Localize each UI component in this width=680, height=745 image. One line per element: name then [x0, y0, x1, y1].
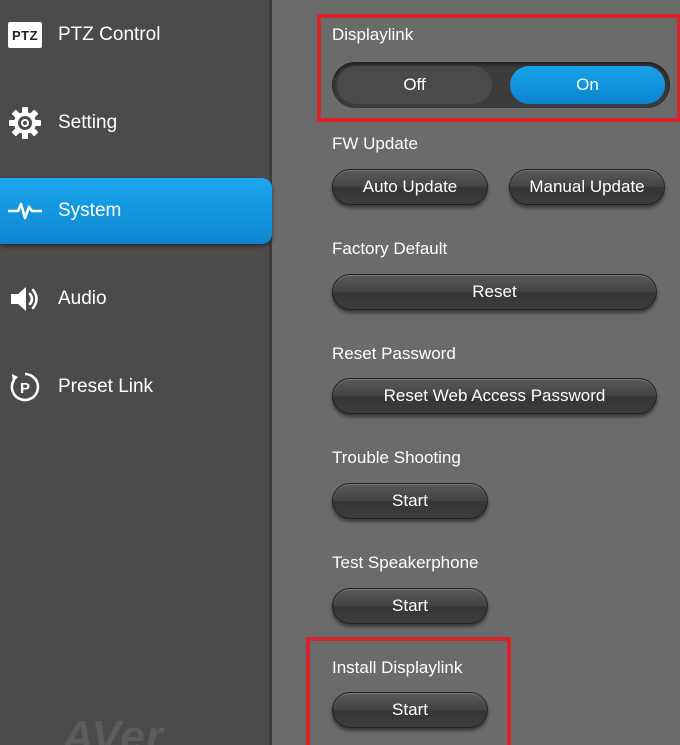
sidebar: PTZ PTZ Control Setting System Audio P P… — [0, 0, 272, 745]
sidebar-item-label: Preset Link — [58, 376, 154, 397]
ptz-icon: PTZ — [7, 17, 43, 53]
highlight-box-displaylink — [317, 14, 680, 122]
trouble-shooting-start-button[interactable]: Start — [332, 483, 488, 519]
svg-text:P: P — [20, 380, 30, 397]
pulse-icon — [7, 193, 43, 229]
sidebar-item-ptz-control[interactable]: PTZ PTZ Control — [0, 2, 272, 68]
fw-update-label: FW Update — [332, 134, 418, 153]
system-settings-panel: Displaylink Off On FW Update Auto Update… — [275, 0, 680, 745]
reset-button[interactable]: Reset — [332, 274, 657, 310]
auto-update-button[interactable]: Auto Update — [332, 169, 488, 205]
sidebar-item-label: Audio — [58, 288, 107, 309]
sidebar-item-label: Setting — [58, 112, 118, 133]
reset-password-label: Reset Password — [332, 344, 456, 363]
brand-logo: AVer — [62, 712, 164, 745]
reset-web-access-password-button[interactable]: Reset Web Access Password — [332, 378, 657, 414]
sidebar-item-preset-link[interactable]: P Preset Link — [0, 354, 272, 420]
test-speakerphone-label: Test Speakerphone — [332, 553, 479, 572]
speaker-icon — [7, 281, 43, 317]
gear-icon — [7, 105, 43, 141]
trouble-shooting-label: Trouble Shooting — [332, 448, 461, 467]
sidebar-item-setting[interactable]: Setting — [0, 90, 272, 156]
highlight-box-install-displaylink — [306, 637, 511, 745]
manual-update-button[interactable]: Manual Update — [509, 169, 665, 205]
preset-link-icon: P — [7, 369, 43, 405]
sidebar-item-label: PTZ Control — [58, 24, 161, 45]
sidebar-item-system[interactable]: System — [0, 178, 272, 244]
test-speakerphone-start-button[interactable]: Start — [332, 588, 488, 624]
factory-default-label: Factory Default — [332, 239, 448, 258]
sidebar-item-audio[interactable]: Audio — [0, 266, 272, 332]
sidebar-item-label: System — [58, 200, 122, 221]
